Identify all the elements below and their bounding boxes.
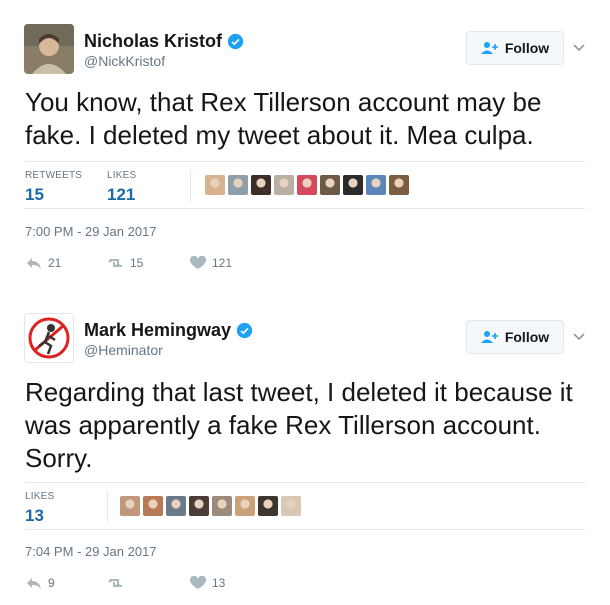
timestamp[interactable]: 7:04 PM - 29 Jan 2017 — [25, 544, 157, 559]
heart-icon — [189, 576, 207, 589]
likes-stat[interactable]: LIKES 121 — [107, 170, 136, 205]
liker-avatar[interactable] — [281, 496, 301, 516]
reply-count: 21 — [48, 256, 62, 270]
verified-badge-icon — [227, 33, 244, 50]
liker-avatar[interactable] — [343, 175, 363, 195]
heart-icon — [189, 256, 207, 269]
add-user-icon — [480, 42, 498, 54]
retweet-count: 15 — [130, 256, 144, 270]
liker-avatars — [120, 496, 301, 516]
stat-value: 15 — [25, 185, 44, 204]
stat-label: LIKES — [25, 491, 55, 502]
liker-avatar[interactable] — [235, 496, 255, 516]
reply-button[interactable]: 21 — [25, 256, 107, 270]
stat-label: LIKES — [107, 170, 137, 181]
tweet-text: Regarding that last tweet, I deleted it … — [25, 377, 573, 473]
chevron-down-icon[interactable] — [572, 40, 586, 54]
timestamp[interactable]: 7:00 PM - 29 Jan 2017 — [25, 224, 157, 239]
liker-avatar[interactable] — [258, 496, 278, 516]
liker-avatar[interactable] — [120, 496, 140, 516]
liker-avatar[interactable] — [389, 175, 409, 195]
like-button[interactable]: 121 — [189, 256, 232, 270]
retweet-icon — [108, 579, 122, 587]
avatar[interactable] — [24, 313, 74, 363]
chevron-down-icon[interactable] — [572, 329, 586, 343]
follow-button[interactable]: Follow — [466, 31, 564, 65]
liker-avatar[interactable] — [251, 175, 271, 195]
reply-count: 9 — [48, 576, 55, 590]
liker-avatar[interactable] — [212, 496, 232, 516]
stat-label: RETWEETS — [25, 170, 83, 181]
stat-value: 13 — [25, 506, 44, 525]
retweet-button[interactable] — [107, 576, 189, 590]
tweet-actions: 9 13 — [25, 576, 225, 590]
follow-label: Follow — [504, 329, 550, 345]
liker-avatar[interactable] — [143, 496, 163, 516]
liker-avatars — [205, 175, 409, 195]
divider — [190, 170, 191, 202]
retweet-button[interactable]: 15 — [107, 256, 189, 270]
tweet-1: Nicholas Kristof @NickKristof Follow You… — [0, 0, 610, 290]
liker-avatar[interactable] — [166, 496, 186, 516]
stat-value: 121 — [107, 185, 136, 204]
tweet-2: Mark Hemingway @Heminator Follow Regardi… — [0, 300, 610, 605]
liker-avatar[interactable] — [297, 175, 317, 195]
follow-button[interactable]: Follow — [466, 320, 564, 354]
tweet-stats: LIKES 13 — [25, 482, 585, 530]
likes-stat[interactable]: LIKES 13 — [25, 491, 54, 526]
add-user-icon — [480, 331, 498, 343]
reply-icon — [27, 258, 41, 269]
handle[interactable]: @Heminator — [84, 342, 163, 358]
follow-label: Follow — [504, 40, 550, 56]
liker-avatar[interactable] — [205, 175, 225, 195]
display-name[interactable]: Nicholas Kristof — [84, 31, 222, 52]
liker-avatar[interactable] — [189, 496, 209, 516]
like-count: 13 — [212, 576, 226, 590]
reply-button[interactable]: 9 — [25, 576, 107, 590]
retweets-stat[interactable]: RETWEETS 15 — [25, 170, 82, 205]
liker-avatar[interactable] — [274, 175, 294, 195]
display-name[interactable]: Mark Hemingway — [84, 320, 231, 341]
tweet-stats: RETWEETS 15 LIKES 121 — [25, 161, 585, 209]
tweet-actions: 21 15 121 — [25, 256, 232, 270]
like-count: 121 — [212, 256, 233, 270]
like-button[interactable]: 13 — [189, 576, 225, 590]
retweet-icon — [108, 259, 122, 267]
verified-badge-icon — [236, 322, 253, 339]
tweet-text: You know, that Rex Tillerson account may… — [25, 87, 542, 150]
avatar[interactable] — [24, 24, 74, 74]
handle[interactable]: @NickKristof — [84, 53, 165, 69]
liker-avatar[interactable] — [320, 175, 340, 195]
divider — [107, 491, 108, 523]
liker-avatar[interactable] — [366, 175, 386, 195]
reply-icon — [27, 578, 41, 589]
liker-avatar[interactable] — [228, 175, 248, 195]
